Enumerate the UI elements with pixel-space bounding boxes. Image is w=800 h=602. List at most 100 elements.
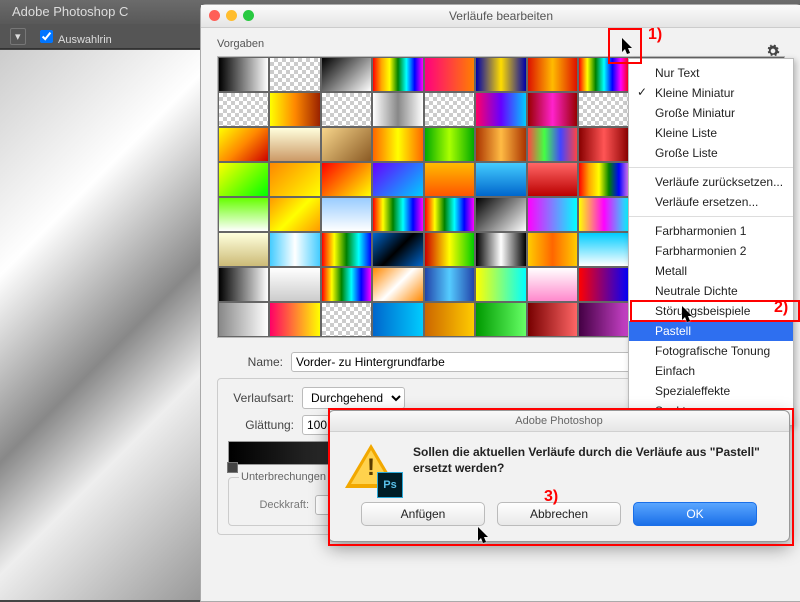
gradient-swatch[interactable] (527, 162, 578, 197)
menu-item-small-list[interactable]: Kleine Liste (629, 123, 793, 143)
gradient-swatch[interactable] (372, 232, 423, 267)
gradient-swatch[interactable] (218, 302, 269, 337)
gradient-swatch[interactable] (578, 232, 629, 267)
gradient-swatch[interactable] (269, 162, 320, 197)
menu-item-harm1[interactable]: Farbharmonien 1 (629, 221, 793, 241)
ok-button[interactable]: OK (633, 502, 757, 526)
gradient-swatch[interactable] (269, 302, 320, 337)
gradient-swatch[interactable] (372, 162, 423, 197)
opacity-stop[interactable] (227, 462, 238, 473)
gradient-swatch[interactable] (269, 267, 320, 302)
gradient-swatch[interactable] (269, 127, 320, 162)
gradient-swatch[interactable] (372, 92, 423, 127)
alert-message: Sollen die aktuellen Verläufe durch die … (413, 444, 773, 494)
gradient-swatch[interactable] (578, 162, 629, 197)
gradient-swatch[interactable] (578, 267, 629, 302)
gradient-swatch[interactable] (424, 232, 475, 267)
gradient-swatch[interactable] (424, 197, 475, 232)
gradient-swatch[interactable] (527, 267, 578, 302)
gradient-swatch[interactable] (218, 197, 269, 232)
cursor-2 (682, 306, 694, 324)
gradient-swatch[interactable] (269, 57, 320, 92)
gradient-swatch[interactable] (269, 92, 320, 127)
menu-item-harm2[interactable]: Farbharmonien 2 (629, 241, 793, 261)
gradient-swatch[interactable] (475, 162, 526, 197)
gradient-swatch[interactable] (424, 267, 475, 302)
gradient-swatch[interactable] (475, 267, 526, 302)
menu-item-simple[interactable]: Einfach (629, 361, 793, 381)
gradient-swatch[interactable] (321, 92, 372, 127)
menu-item-metal[interactable]: Metall (629, 261, 793, 281)
gradient-type-select[interactable]: Durchgehend (302, 387, 405, 409)
selection-checkbox[interactable]: Auswahlrin (36, 27, 112, 46)
gradient-swatch[interactable] (321, 302, 372, 337)
gradient-swatch[interactable] (527, 302, 578, 337)
gradient-swatch[interactable] (321, 162, 372, 197)
dialog-titlebar[interactable]: Verläufe bearbeiten (201, 5, 800, 28)
gradient-swatch[interactable] (475, 232, 526, 267)
gradient-swatch[interactable] (321, 232, 372, 267)
gradient-swatch[interactable] (424, 127, 475, 162)
menu-item-reset[interactable]: Verläufe zurücksetzen... (629, 172, 793, 192)
gradient-swatch[interactable] (218, 92, 269, 127)
append-button[interactable]: Anfügen (361, 502, 485, 526)
gradient-swatch[interactable] (218, 57, 269, 92)
gradient-swatch[interactable] (218, 232, 269, 267)
menu-item-large-thumb[interactable]: Große Miniatur (629, 103, 793, 123)
presets-flyout-menu[interactable]: Nur Text✓Kleine MiniaturGroße MiniaturKl… (628, 58, 794, 426)
gradient-swatch[interactable] (424, 57, 475, 92)
gradient-swatch[interactable] (269, 197, 320, 232)
gradient-swatch[interactable] (424, 302, 475, 337)
menu-item-fx[interactable]: Spezialeffekte (629, 381, 793, 401)
close-icon[interactable] (209, 10, 220, 21)
menu-item-large-list[interactable]: Große Liste (629, 143, 793, 163)
gradient-swatch[interactable] (321, 127, 372, 162)
gradient-swatch[interactable] (424, 162, 475, 197)
menu-item-pastel[interactable]: Pastell (629, 321, 793, 341)
gradient-swatch[interactable] (372, 127, 423, 162)
gradient-type-label: Verlaufsart: (228, 391, 294, 405)
gradient-swatch[interactable] (218, 162, 269, 197)
gradient-swatch[interactable] (475, 127, 526, 162)
minimize-icon[interactable] (226, 10, 237, 21)
gradient-swatch[interactable] (527, 197, 578, 232)
warning-icon: ! Ps (345, 444, 399, 494)
gradient-swatch[interactable] (269, 232, 320, 267)
annotation-label-1: 1) (648, 26, 662, 44)
gradient-swatch[interactable] (372, 302, 423, 337)
gradient-swatch[interactable] (372, 57, 423, 92)
gradient-swatch[interactable] (218, 127, 269, 162)
zoom-icon[interactable] (243, 10, 254, 21)
gradient-swatch[interactable] (475, 57, 526, 92)
menu-item-replace[interactable]: Verläufe ersetzen... (629, 192, 793, 212)
gradient-swatch[interactable] (321, 57, 372, 92)
gradient-swatch[interactable] (372, 267, 423, 302)
gradient-swatch[interactable] (218, 267, 269, 302)
gradient-swatch[interactable] (527, 232, 578, 267)
gradient-swatch[interactable] (527, 92, 578, 127)
gradient-swatch[interactable] (578, 197, 629, 232)
dropdown-icon[interactable]: ▾ (10, 28, 26, 45)
gradient-swatch[interactable] (321, 267, 372, 302)
gradient-swatch[interactable] (527, 57, 578, 92)
menu-item-noise[interactable]: Störungsbeispiele (629, 301, 793, 321)
gradient-swatch[interactable] (578, 127, 629, 162)
cursor-3 (478, 527, 490, 545)
gradient-swatch[interactable] (578, 57, 629, 92)
menu-item-photo[interactable]: Fotografische Tonung (629, 341, 793, 361)
menu-item-small-thumb[interactable]: ✓Kleine Miniatur (629, 83, 793, 103)
gradient-swatch[interactable] (475, 92, 526, 127)
gradient-swatch[interactable] (578, 302, 629, 337)
cancel-button[interactable]: Abbrechen (497, 502, 621, 526)
gradient-swatch[interactable] (424, 92, 475, 127)
gradient-swatch[interactable] (475, 197, 526, 232)
gradient-swatch[interactable] (527, 127, 578, 162)
gradient-swatch[interactable] (578, 92, 629, 127)
gradient-swatch[interactable] (475, 302, 526, 337)
gear-icon (766, 44, 780, 58)
gradient-swatch[interactable] (321, 197, 372, 232)
menu-item-nd[interactable]: Neutrale Dichte (629, 281, 793, 301)
menu-item-text-only[interactable]: Nur Text (629, 63, 793, 83)
gradient-swatch[interactable] (372, 197, 423, 232)
window-controls[interactable] (209, 10, 254, 21)
